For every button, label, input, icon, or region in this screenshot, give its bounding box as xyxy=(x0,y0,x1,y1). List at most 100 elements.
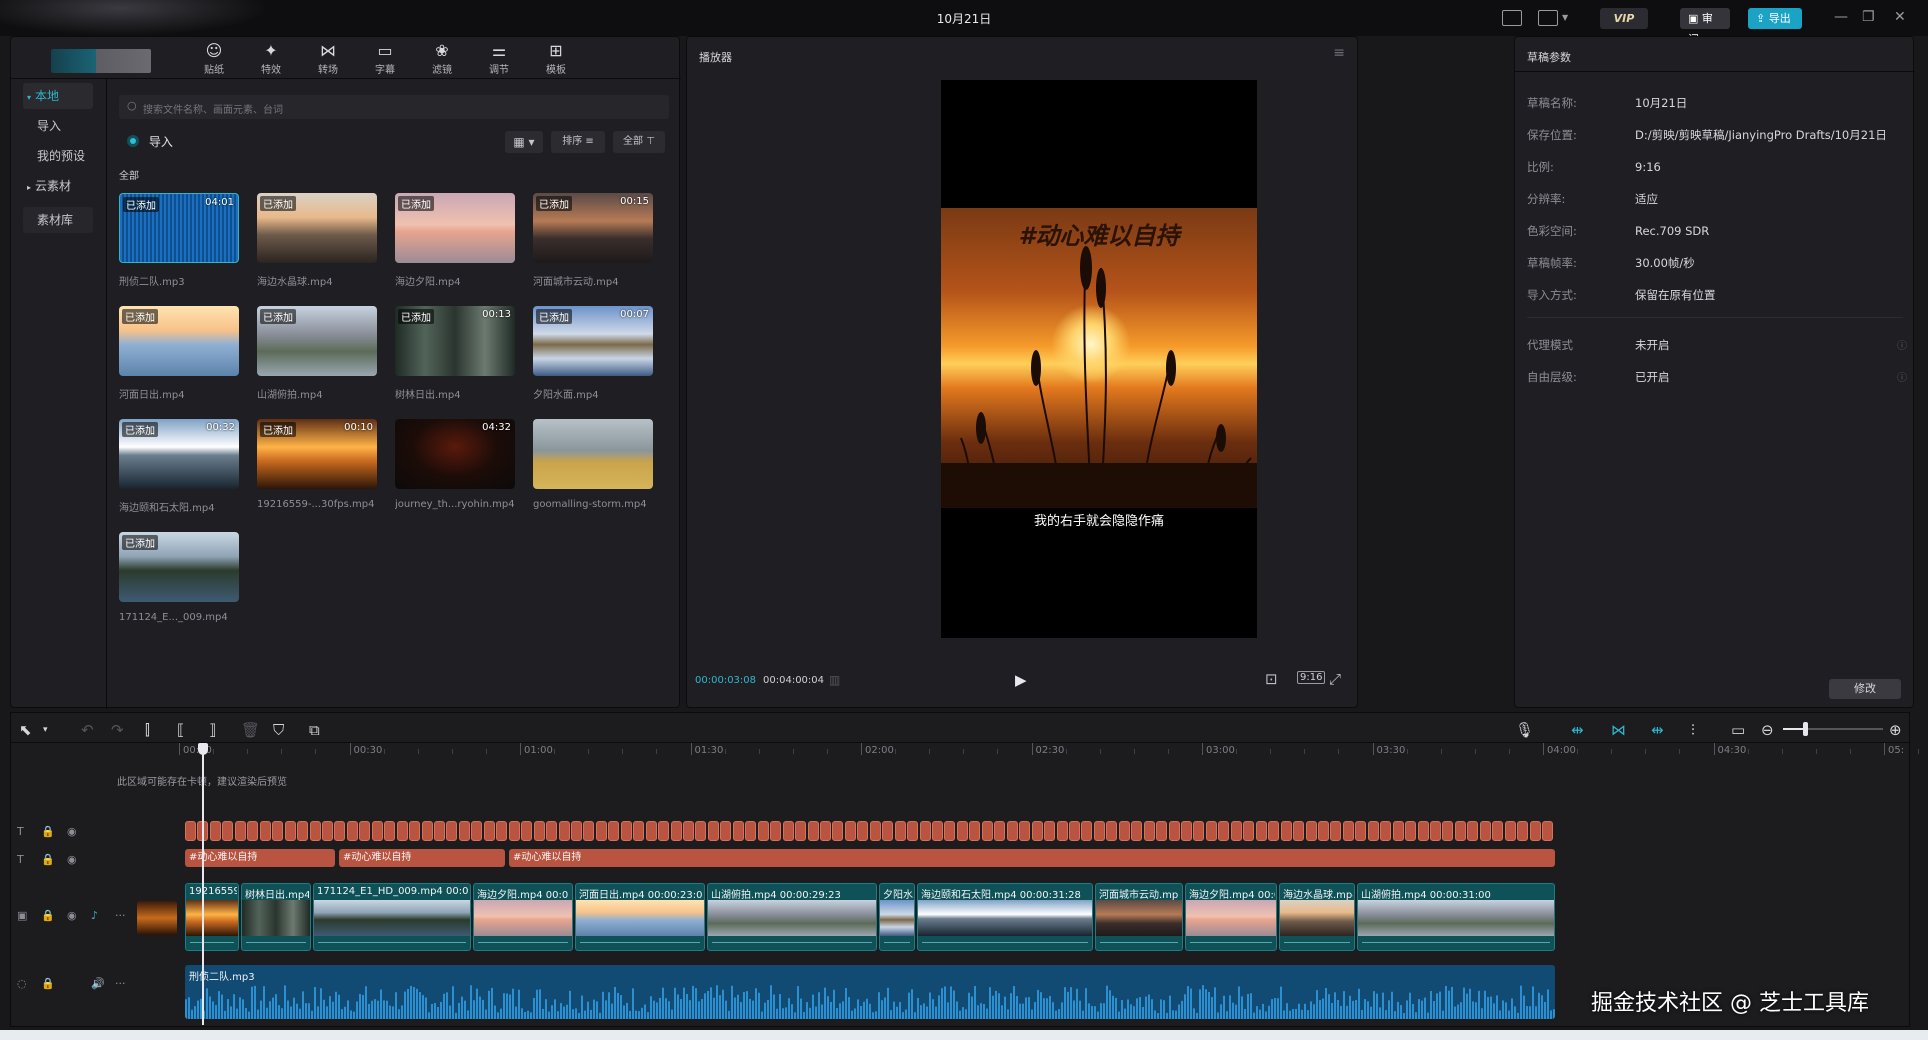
text-clip[interactable] xyxy=(807,821,819,841)
text-clip[interactable] xyxy=(1380,821,1392,841)
video-clip[interactable]: 海边夕阳.mp4 00:0 xyxy=(1185,883,1277,951)
text-clip[interactable] xyxy=(1442,821,1454,841)
text-clip[interactable] xyxy=(844,821,856,841)
toolbar-sticker[interactable]: ☺ 贴纸 xyxy=(186,41,242,76)
text-clip[interactable] xyxy=(1156,821,1168,841)
text-clip[interactable] xyxy=(745,821,757,841)
text-clip[interactable] xyxy=(359,821,371,841)
text-clip[interactable] xyxy=(1430,821,1441,841)
text-clip[interactable] xyxy=(832,821,844,841)
text-clip[interactable] xyxy=(994,821,1006,841)
review-button[interactable]: ▣ 审阅 xyxy=(1680,8,1730,46)
lock-icon[interactable]: 🔒 xyxy=(41,909,55,922)
text-clip[interactable] xyxy=(421,821,433,841)
restore-icon[interactable]: ❐ xyxy=(1862,9,1875,25)
cover-thumbnail[interactable] xyxy=(137,901,177,935)
media-thumbnail[interactable]: 已添加 xyxy=(257,306,377,376)
text-clip[interactable] xyxy=(1193,821,1205,841)
text-clip[interactable] xyxy=(1492,821,1504,841)
frame-icon[interactable]: ▥ xyxy=(829,673,840,687)
text-clip[interactable] xyxy=(1068,821,1080,841)
redo-icon[interactable]: ↷ xyxy=(111,721,124,739)
text-clip[interactable] xyxy=(670,821,682,841)
snap-icon[interactable]: ⋈ xyxy=(1611,721,1626,739)
text-clip[interactable] xyxy=(1031,821,1043,841)
text-clip[interactable] xyxy=(819,821,831,841)
text-clip[interactable] xyxy=(1317,821,1329,841)
media-thumbnail[interactable]: 已添加 00:13 xyxy=(395,306,515,376)
text-clip[interactable] xyxy=(234,821,246,841)
text-clip[interactable] xyxy=(620,821,632,841)
media-thumbnail[interactable]: 已添加 xyxy=(257,193,377,263)
sidebar-item-3[interactable]: ▸ 云素材 xyxy=(23,173,93,199)
text-clip[interactable] xyxy=(546,821,558,841)
play-icon[interactable]: ▶ xyxy=(1015,671,1027,689)
text-clip[interactable] xyxy=(384,821,396,841)
lock-icon[interactable]: 🔒 xyxy=(41,977,55,990)
text-clip[interactable] xyxy=(1392,821,1404,841)
text-clip[interactable] xyxy=(1330,821,1342,841)
link-main-track-icon[interactable]: ⇹ xyxy=(1571,721,1584,739)
text-clip[interactable] xyxy=(1205,821,1217,841)
text-clip[interactable] xyxy=(321,821,333,841)
sidebar-item-4[interactable]: 素材库 xyxy=(23,207,93,233)
sidebar-item-0[interactable]: ▾ 本地 xyxy=(23,83,93,109)
trim-right-icon[interactable]: ⟧ xyxy=(209,721,216,739)
text-clip[interactable] xyxy=(1529,821,1541,841)
text-clip[interactable] xyxy=(882,821,894,841)
chevron-down-icon[interactable]: ▼ xyxy=(1562,13,1568,22)
text-clip[interactable] xyxy=(1454,821,1466,841)
text-clip[interactable] xyxy=(608,821,620,841)
toolbar-adjust[interactable]: ⚌ 调节 xyxy=(471,41,527,76)
view-mode-button[interactable]: ▦ ▾ xyxy=(505,131,543,153)
more-icon[interactable]: ··· xyxy=(115,909,126,922)
split-icon[interactable]: ⫿ xyxy=(145,721,150,739)
text-clip[interactable] xyxy=(309,821,321,841)
text-clip[interactable] xyxy=(1230,821,1242,841)
volume-icon[interactable]: 🔊 xyxy=(91,977,105,990)
text-clip[interactable] xyxy=(458,821,470,841)
text-clip[interactable] xyxy=(695,821,707,841)
text-clip[interactable] xyxy=(346,821,358,841)
text-clip[interactable] xyxy=(1218,821,1230,841)
zoom-out-icon[interactable]: ⊖ xyxy=(1761,721,1774,739)
video-clip[interactable]: 171124_E1_HD_009.mp4 00:00: xyxy=(313,883,471,951)
text-clip[interactable] xyxy=(1405,821,1417,841)
text-clip[interactable] xyxy=(932,821,943,841)
toolbar-filter[interactable]: ❀ 滤镜 xyxy=(414,41,470,76)
toolbar-effects[interactable]: ✦ 特效 xyxy=(243,41,299,76)
text-clip[interactable] xyxy=(683,821,694,841)
video-clip[interactable]: 19216559 xyxy=(185,883,239,951)
text-clip[interactable]: #动心难以自持 xyxy=(185,849,335,867)
menu-icon[interactable]: ≡ xyxy=(1333,45,1345,61)
lock-icon[interactable]: 🔒 xyxy=(41,825,55,838)
audio-on-icon[interactable]: ♪ xyxy=(91,909,98,922)
text-clip[interactable] xyxy=(583,821,595,841)
text-clip[interactable] xyxy=(209,821,221,841)
eye-icon[interactable]: ◉ xyxy=(67,909,77,922)
media-thumbnail[interactable]: 已添加 00:15 xyxy=(533,193,653,263)
microphone-icon[interactable]: 🎙 xyxy=(1515,721,1534,739)
text-clip[interactable] xyxy=(1417,821,1429,841)
text-clip[interactable] xyxy=(1517,821,1529,841)
text-clip[interactable] xyxy=(508,821,520,841)
text-clip[interactable] xyxy=(371,821,383,841)
media-thumbnail[interactable]: 已添加 xyxy=(119,306,239,376)
text-clip[interactable] xyxy=(483,821,495,841)
sidebar-item-2[interactable]: 我的预设 xyxy=(23,143,93,169)
text-clip[interactable] xyxy=(981,821,993,841)
media-thumbnail[interactable]: 04:32 xyxy=(395,419,515,489)
text-clip[interactable] xyxy=(707,821,719,841)
text-clip[interactable] xyxy=(857,821,869,841)
text-clip[interactable] xyxy=(795,821,807,841)
export-button[interactable]: ⇪ 导出 xyxy=(1748,8,1802,29)
text-clip[interactable] xyxy=(595,821,607,841)
time-ruler[interactable]: 00:0000:3001:0001:3002:0002:3003:0003:30… xyxy=(11,743,1919,763)
text-clip[interactable] xyxy=(1467,821,1479,841)
text-clip[interactable] xyxy=(1542,821,1554,841)
video-clip[interactable]: 树林日出.mp4 00:0 xyxy=(241,883,311,951)
text-clip[interactable] xyxy=(1255,821,1267,841)
minimize-icon[interactable]: — xyxy=(1834,9,1848,25)
text-clip[interactable] xyxy=(1181,821,1192,841)
text-clip[interactable] xyxy=(1106,821,1118,841)
